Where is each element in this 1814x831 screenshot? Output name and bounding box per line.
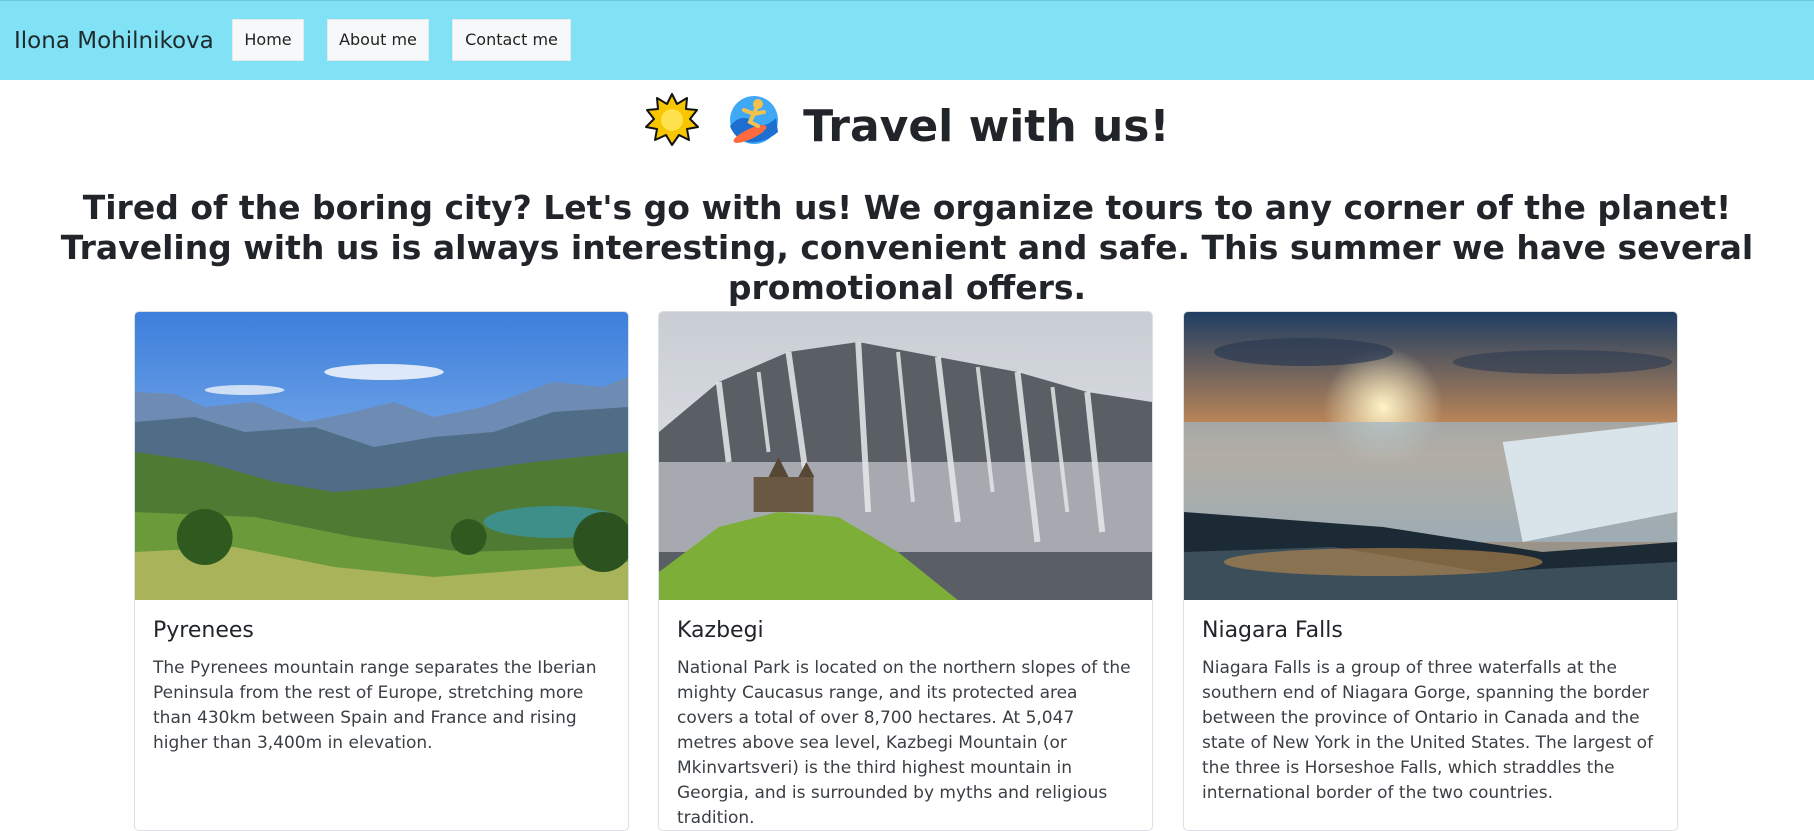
card-kazbegi: Kazbegi National Park is located on the … <box>658 311 1153 831</box>
card-title: Kazbegi <box>677 618 764 643</box>
niagara-falls-photo <box>1184 312 1677 600</box>
card-text: National Park is located on the northern… <box>677 658 1131 828</box>
hero-title: Travel with us! <box>0 92 1814 156</box>
nav-about-button[interactable]: About me <box>327 19 429 61</box>
card-title: Pyrenees <box>153 618 254 643</box>
surfer-icon <box>724 92 780 166</box>
card-text: Niagara Falls is a group of three waterf… <box>1202 658 1654 803</box>
card-niagara-falls: Niagara Falls Niagara Falls is a group o… <box>1183 311 1678 831</box>
navbar: Ilona Mohilnikova Home About me Contact … <box>0 0 1814 80</box>
hero-title-text: Travel with us! <box>803 101 1170 152</box>
kazbegi-photo <box>659 312 1152 600</box>
card-title: Niagara Falls <box>1202 618 1343 643</box>
nav-home-button[interactable]: Home <box>232 19 304 61</box>
card-text: The Pyrenees mountain range separates th… <box>153 658 597 753</box>
card-pyrenees: Pyrenees The Pyrenees mountain range sep… <box>134 311 629 831</box>
brand-name[interactable]: Ilona Mohilnikova <box>14 26 214 56</box>
sun-icon <box>644 92 700 166</box>
hero-description: Tired of the boring city? Let's go with … <box>60 188 1754 307</box>
pyrenees-photo <box>135 312 628 600</box>
nav-contact-button[interactable]: Contact me <box>452 19 571 61</box>
